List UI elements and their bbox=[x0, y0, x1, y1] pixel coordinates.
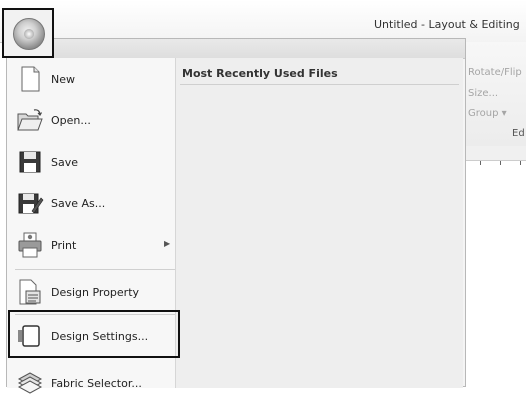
printer-icon bbox=[18, 232, 42, 258]
save-disk-icon bbox=[19, 151, 41, 173]
design-property-icon bbox=[19, 279, 41, 305]
ruler-tick bbox=[520, 161, 521, 165]
menu-item-fabric-selector[interactable]: Fabric Selector... bbox=[7, 365, 175, 401]
ruler bbox=[466, 146, 526, 171]
application-button[interactable] bbox=[2, 8, 54, 58]
app-orb-icon bbox=[13, 18, 45, 50]
ruler-tick bbox=[480, 161, 481, 165]
menu-top-strip bbox=[7, 39, 465, 59]
recent-files-separator bbox=[180, 84, 459, 85]
save-as-icon bbox=[18, 193, 44, 214]
ribbon: Rotate/Flip Size... Group ▾ Ed bbox=[466, 42, 526, 147]
menu-item-label: Design Property bbox=[51, 286, 140, 299]
menu-item-label: Save As... bbox=[51, 197, 106, 210]
design-settings-highlight bbox=[8, 310, 180, 358]
menu-item-label: Open... bbox=[51, 114, 91, 127]
menu-item-label: Fabric Selector... bbox=[51, 377, 142, 390]
group-button[interactable]: Group ▾ bbox=[468, 108, 507, 119]
menu-item-label: New bbox=[51, 73, 75, 86]
menu-item-print[interactable]: Print ▶ bbox=[7, 227, 175, 263]
window-title: Untitled - Layout & Editing bbox=[374, 18, 520, 31]
rotate-flip-button[interactable]: Rotate/Flip bbox=[468, 67, 522, 78]
recent-files-pane: Most Recently Used Files bbox=[176, 58, 463, 388]
open-folder-icon bbox=[17, 109, 43, 131]
menu-item-label: Save bbox=[51, 156, 79, 169]
recent-files-heading: Most Recently Used Files bbox=[182, 67, 338, 80]
menu-item-save[interactable]: Save bbox=[7, 144, 175, 180]
new-document-icon bbox=[21, 66, 40, 92]
fabric-selector-icon bbox=[17, 372, 43, 394]
menu-item-label: Print bbox=[51, 239, 77, 252]
menu-separator bbox=[15, 269, 175, 270]
menu-item-new[interactable]: New bbox=[7, 61, 175, 97]
menu-item-design-property[interactable]: Design Property bbox=[7, 274, 175, 310]
ruler-strip bbox=[466, 160, 526, 171]
menu-item-open[interactable]: Open... bbox=[7, 102, 175, 138]
ribbon-group-label: Ed bbox=[512, 128, 525, 139]
menu-item-save-as[interactable]: Save As... bbox=[7, 185, 175, 221]
ruler-tick bbox=[500, 161, 501, 165]
app-orb-center bbox=[24, 29, 34, 39]
title-bar: Untitled - Layout & Editing bbox=[0, 0, 526, 43]
submenu-arrow-icon: ▶ bbox=[164, 239, 171, 248]
size-button[interactable]: Size... bbox=[468, 88, 498, 99]
design-page-area[interactable] bbox=[466, 171, 526, 387]
